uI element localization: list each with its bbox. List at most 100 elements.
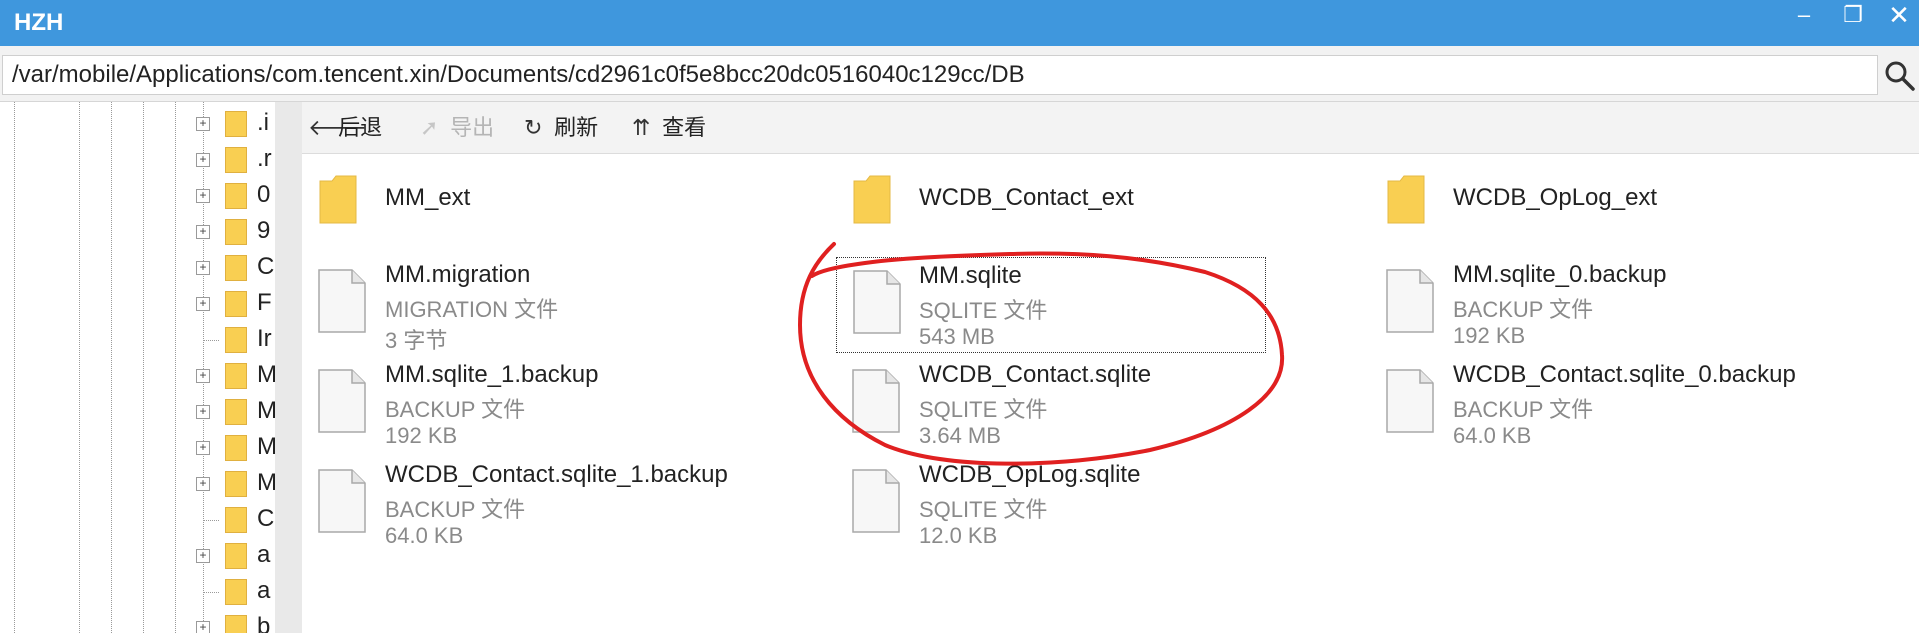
file-size: 64.0 KB [1453,423,1532,448]
file-size: 192 KB [385,423,458,448]
file-icon [852,469,900,533]
folder-icon [225,147,247,173]
expand-toggle[interactable]: + [196,117,210,131]
tree-item[interactable]: + M [196,358,275,394]
export-label: 导出 [450,115,495,140]
tree-item[interactable]: C [196,502,275,538]
expand-toggle[interactable]: + [196,621,210,633]
file-item[interactable]: WCDB_OpLog.sqlite SQLITE 文件 12.0 KB [836,457,1356,553]
file-name: WCDB_Contact.sqlite_0.backup [1453,361,1796,388]
tree-item[interactable]: + M [196,466,275,502]
file-icon [318,469,366,533]
file-name: WCDB_Contact.sqlite_1.backup [385,461,728,488]
tree-item[interactable]: + F [196,286,275,322]
folder-icon [225,111,247,137]
title-bar: HZH – ❐ ✕ [0,0,1919,46]
file-item[interactable]: MM.sqlite_1.backup BACKUP 文件 192 KB [302,357,822,453]
tree-item-label: a [257,577,271,604]
tree-item-label: 0 [257,181,271,208]
minimize-button[interactable]: – [1785,2,1823,30]
tree-guide-line [79,102,80,633]
tree-item[interactable]: + M [196,394,275,430]
tree-item-label: b [257,613,271,633]
search-icon[interactable] [1882,58,1916,92]
refresh-button[interactable]: ↻ 刷新 [524,112,598,144]
file-type: MIGRATION 文件 [385,297,559,322]
file-name: WCDB_Contact.sqlite [919,361,1152,388]
expand-toggle[interactable]: + [196,477,210,491]
window-title: HZH [14,9,64,36]
folder-icon [225,363,247,389]
folder-tree[interactable]: + .i + .r +0 +9 + C + F Ir + M + M + M + M C + a a + b [0,102,275,633]
file-icon [318,369,366,433]
file-name: MM.sqlite_0.backup [1453,261,1667,288]
file-size: 543 MB [919,324,995,349]
file-item[interactable]: WCDB_Contact.sqlite_0.backup BACKUP 文件 6… [1370,357,1890,453]
tree-item-label: M [257,469,275,496]
tree-item[interactable]: + .i [196,106,275,142]
folder-name: WCDB_OpLog_ext [1453,184,1658,211]
pane-splitter[interactable] [275,102,302,633]
folder-icon [1387,175,1425,224]
address-field[interactable]: /var/mobile/Applications/com.tencent.xin… [2,55,1878,95]
tree-item[interactable]: +9 [196,214,275,250]
tree-guide-line [143,102,144,633]
file-icon [318,269,366,333]
folder-item[interactable]: WCDB_OpLog_ext [1370,155,1890,251]
file-size: 192 KB [1453,323,1526,348]
tree-item[interactable]: + b [196,610,275,633]
folder-item[interactable]: MM_ext [302,155,822,251]
tree-item[interactable]: + .r [196,142,275,178]
address-row: /var/mobile/Applications/com.tencent.xin… [0,46,1919,102]
maximize-button[interactable]: ❐ [1834,2,1872,30]
expand-toggle[interactable]: + [196,297,210,311]
file-name: MM.sqlite [919,262,1022,289]
folder-icon [225,255,247,281]
file-item[interactable]: WCDB_Contact.sqlite SQLITE 文件 3.64 MB [836,357,1356,453]
file-item[interactable]: WCDB_Contact.sqlite_1.backup BACKUP 文件 6… [302,457,822,553]
tree-item-label: C [257,253,275,280]
export-icon: ➚ [420,115,439,140]
tree-item[interactable]: + M [196,430,275,466]
tree-item[interactable]: + a [196,538,275,574]
file-size: 3.64 MB [919,423,1001,448]
refresh-icon: ↻ [524,115,543,140]
file-name: WCDB_OpLog.sqlite [919,461,1141,488]
expand-toggle[interactable]: + [196,369,210,383]
back-button[interactable]: 🡐 后退 [308,112,382,144]
expand-toggle[interactable]: + [196,189,210,203]
expand-toggle[interactable]: + [196,261,210,275]
tree-item[interactable]: Ir [196,322,275,358]
expand-toggle[interactable]: + [196,225,210,239]
tree-item[interactable]: + C [196,250,275,286]
file-item[interactable]: MM.migration MIGRATION 文件 3 字节 [302,257,822,353]
folder-item[interactable]: WCDB_Contact_ext [836,155,1356,251]
file-item[interactable]: MM.sqlite_0.backup BACKUP 文件 192 KB [1370,257,1890,353]
file-type: SQLITE 文件 [919,397,1048,422]
tree-item[interactable]: +0 [196,178,275,214]
tree-item-label: C [257,505,275,532]
folder-icon [225,219,247,245]
folder-icon [225,291,247,317]
arrow-left-icon: 🡐 [308,115,367,140]
expand-toggle[interactable]: + [196,441,210,455]
folder-icon [225,615,247,633]
view-icon: ⇈ [632,115,651,140]
file-item-selected[interactable]: MM.sqlite SQLITE 文件 543 MB [836,257,1266,353]
file-icon [853,270,901,334]
folder-icon [225,183,247,209]
close-button[interactable]: ✕ [1880,2,1918,30]
expand-toggle[interactable]: + [196,405,210,419]
folder-icon [225,507,247,533]
file-size: 12.0 KB [919,523,998,548]
expand-toggle[interactable]: + [196,549,210,563]
view-button[interactable]: ⇈ 查看 [632,112,706,144]
tree-item-label: F [257,289,272,316]
export-button[interactable]: ➚ 导出 [420,112,494,144]
folder-icon [225,543,247,569]
tree-guide-line [14,102,15,633]
toolbar: 🡐 后退 ➚ 导出 ↻ 刷新 ⇈ 查看 [302,102,1919,154]
file-view[interactable]: MM_ext WCDB_Contact_ext WCDB_OpLog_ext M… [302,155,1919,633]
expand-toggle[interactable]: + [196,153,210,167]
tree-item[interactable]: a [196,574,275,610]
